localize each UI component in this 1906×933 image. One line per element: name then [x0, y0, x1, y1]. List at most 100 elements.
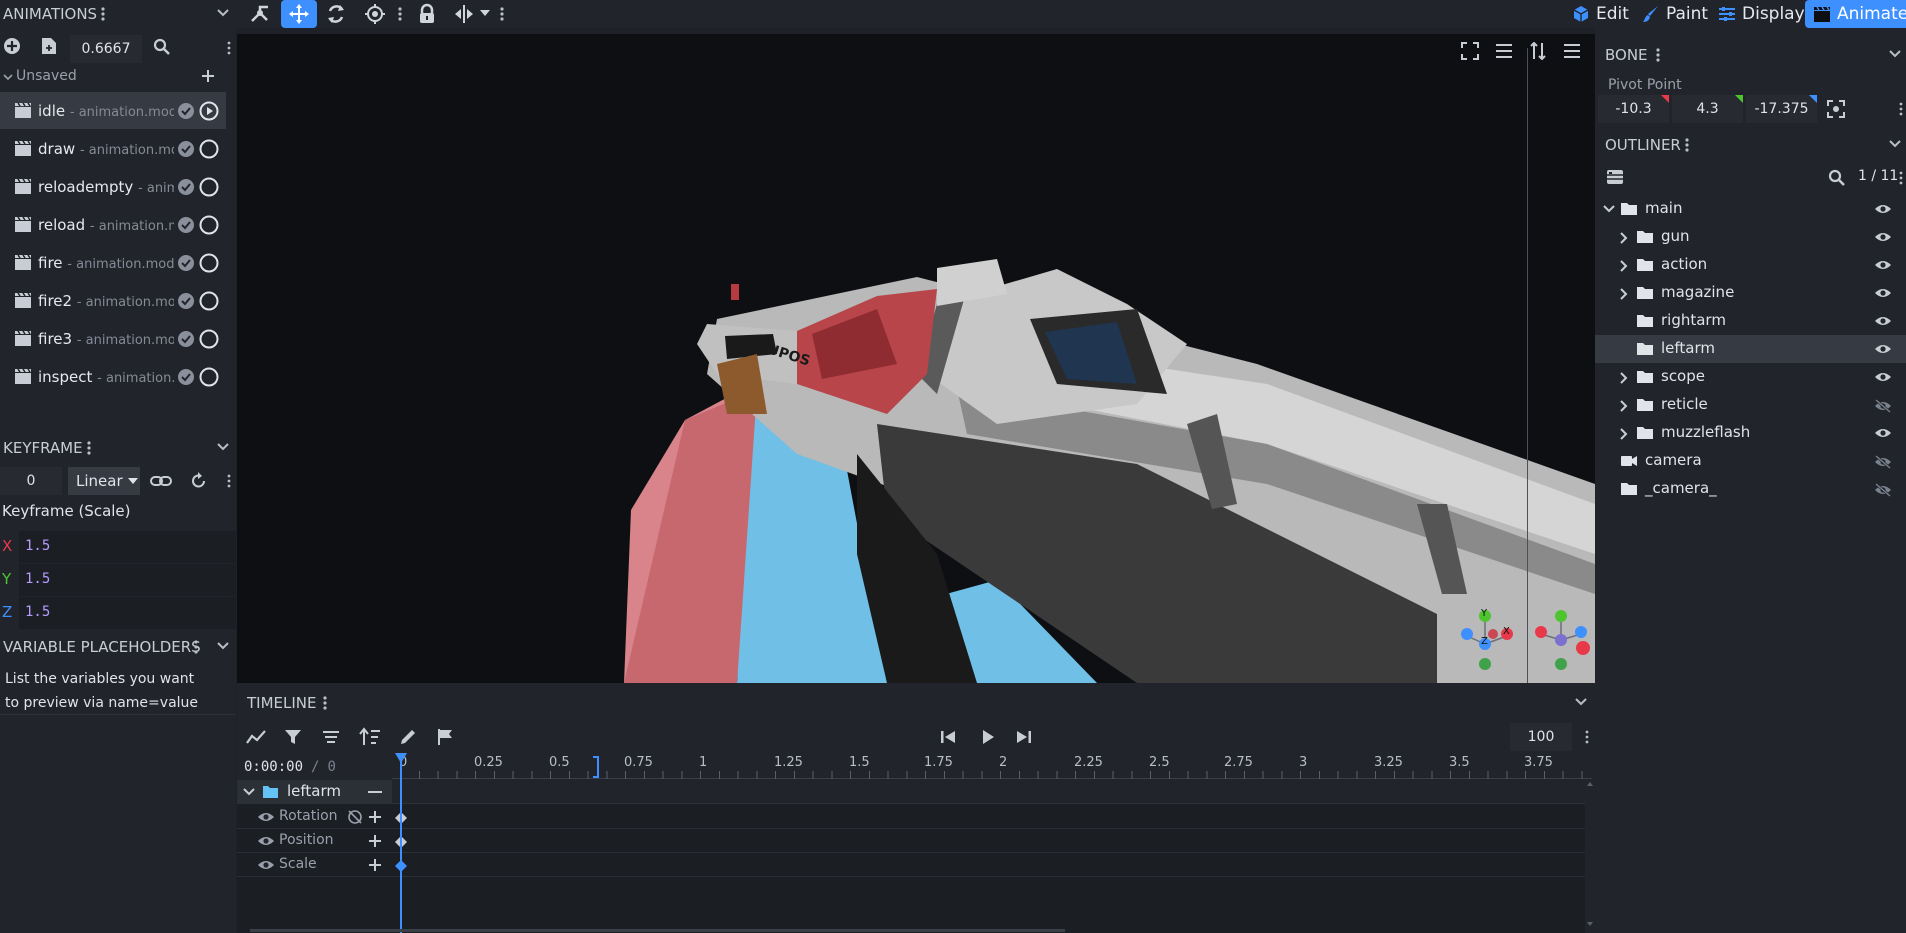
- timeline-menu-icon[interactable]: [322, 695, 328, 711]
- outliner-item[interactable]: gun: [1595, 223, 1906, 251]
- keyframe-tools-menu-icon[interactable]: [226, 474, 232, 488]
- outliner-item[interactable]: muzzleflash: [1595, 419, 1906, 447]
- add-to-group-icon[interactable]: [201, 69, 215, 83]
- eye-icon[interactable]: [257, 859, 275, 871]
- timeline-collapse-icon[interactable]: [1574, 697, 1588, 707]
- outliner-item[interactable]: magazine: [1595, 279, 1906, 307]
- track-scroll-down-icon[interactable]: [1587, 922, 1593, 926]
- bone-menu-icon[interactable]: [1655, 47, 1661, 63]
- eye-off-icon[interactable]: [1874, 399, 1892, 413]
- chevron-right-icon[interactable]: [1618, 259, 1630, 273]
- outliner-item[interactable]: _camera_: [1595, 475, 1906, 503]
- center-pivot-icon[interactable]: [1827, 100, 1845, 118]
- eye-icon[interactable]: [1874, 371, 1892, 383]
- skip-end-icon[interactable]: [1016, 729, 1032, 745]
- eye-off-icon[interactable]: [1874, 483, 1892, 497]
- mode-edit-button[interactable]: Edit: [1572, 0, 1629, 28]
- rotate-tool-icon[interactable]: [325, 3, 347, 25]
- chevron-down-icon[interactable]: [1602, 203, 1616, 215]
- outliner-item[interactable]: reticle: [1595, 391, 1906, 419]
- keyframe-z-input[interactable]: 1.5: [19, 597, 236, 629]
- animation-item[interactable]: reload - animation.mc: [0, 206, 226, 243]
- animation-toolbar-menu-icon[interactable]: [226, 41, 232, 55]
- mirror-dropdown-icon[interactable]: [480, 10, 490, 18]
- eye-off-icon[interactable]: [1874, 455, 1892, 469]
- add-keyframe-icon[interactable]: [368, 810, 382, 824]
- eye-icon[interactable]: [1874, 287, 1892, 299]
- channel-lock-icon[interactable]: [347, 809, 363, 825]
- animation-item[interactable]: draw - animation.mod: [0, 130, 226, 167]
- viewport-options-icon[interactable]: [1563, 42, 1581, 60]
- bone-collapse-icon[interactable]: [1888, 49, 1902, 59]
- animation-item[interactable]: fire2 - animation.mode: [0, 282, 226, 319]
- timeline-channel-row[interactable]: Rotation: [237, 805, 1585, 829]
- mode-display-button[interactable]: Display: [1718, 0, 1805, 28]
- animation-item[interactable]: inspect - animation.m: [0, 358, 226, 395]
- mirror-icon[interactable]: [453, 4, 475, 24]
- lock-icon[interactable]: [417, 3, 437, 25]
- mode-animate-button[interactable]: Animate: [1805, 0, 1906, 28]
- mirror-menu-icon[interactable]: [499, 6, 505, 22]
- select-circle-icon[interactable]: [199, 291, 219, 311]
- outliner-menu-icon[interactable]: [1684, 137, 1690, 153]
- mode-paint-button[interactable]: Paint: [1642, 0, 1708, 28]
- timeline-group-leftarm[interactable]: leftarm: [237, 780, 392, 804]
- sort-axis-icon[interactable]: [1529, 42, 1547, 60]
- filter-icon[interactable]: [284, 728, 302, 746]
- collapse-group-icon[interactable]: [368, 791, 382, 793]
- unsaved-group-chevron-icon[interactable]: [3, 72, 13, 82]
- eye-icon[interactable]: [1874, 259, 1892, 271]
- add-animation-icon[interactable]: [3, 37, 21, 55]
- variables-menu-icon[interactable]: [193, 639, 199, 655]
- loop-end-marker[interactable]: [593, 756, 599, 778]
- bone-tools-menu-icon[interactable]: [1898, 102, 1904, 116]
- outliner-item[interactable]: scope: [1595, 363, 1906, 391]
- outliner-collapse-icon[interactable]: [1888, 139, 1902, 149]
- search-icon[interactable]: [153, 38, 171, 56]
- add-keyframe-icon[interactable]: [368, 858, 382, 872]
- outliner-item[interactable]: camera: [1595, 447, 1906, 475]
- animations-collapse-icon[interactable]: [216, 8, 230, 18]
- select-circle-icon[interactable]: [199, 177, 219, 197]
- axis-gizmo[interactable]: Y X Z: [1455, 604, 1515, 674]
- graph-editor-icon[interactable]: [246, 728, 266, 746]
- chevron-right-icon[interactable]: [1618, 371, 1630, 385]
- flag-icon[interactable]: [437, 728, 455, 746]
- axis-gizmo-secondary[interactable]: [1531, 604, 1591, 674]
- reset-icon[interactable]: [190, 472, 208, 490]
- pivot-tool-icon[interactable]: [249, 3, 273, 25]
- add-keyframe-icon[interactable]: [368, 834, 382, 848]
- play-circle-icon[interactable]: [199, 101, 219, 121]
- animation-item[interactable]: idle - animation.mode: [0, 92, 226, 129]
- pivot-z-input[interactable]: -17.375: [1746, 95, 1817, 123]
- select-circle-icon[interactable]: [199, 253, 219, 273]
- keyframe-x-input[interactable]: 1.5: [19, 531, 236, 563]
- eye-icon[interactable]: [257, 811, 275, 823]
- chevron-right-icon[interactable]: [1618, 231, 1630, 245]
- outliner-search-icon[interactable]: [1828, 169, 1846, 187]
- skip-start-icon[interactable]: [940, 729, 956, 745]
- timeline-channel-row[interactable]: Position: [237, 829, 1585, 853]
- playback-menu-icon[interactable]: [1584, 730, 1590, 744]
- sort-icon[interactable]: [359, 727, 381, 747]
- import-file-icon[interactable]: [41, 37, 57, 55]
- eye-icon[interactable]: [1874, 315, 1892, 327]
- chevron-right-icon[interactable]: [1618, 427, 1630, 441]
- animation-length-input[interactable]: 0.6667: [70, 35, 142, 63]
- select-circle-icon[interactable]: [199, 329, 219, 349]
- viewport[interactable]: SUPOS Y X Z: [237, 34, 1595, 683]
- outliner-tools-menu-icon[interactable]: [1898, 171, 1904, 185]
- play-icon[interactable]: [980, 729, 996, 745]
- outliner-item[interactable]: main: [1595, 195, 1906, 223]
- interpolation-select[interactable]: Linear: [68, 467, 140, 495]
- keyframe-y-input[interactable]: 1.5: [19, 564, 236, 596]
- select-circle-icon[interactable]: [199, 215, 219, 235]
- select-circle-icon[interactable]: [199, 139, 219, 159]
- keyframe-menu-icon[interactable]: [86, 440, 92, 456]
- playback-speed-input[interactable]: 100: [1510, 723, 1572, 751]
- outliner-item[interactable]: leftarm: [1595, 335, 1906, 363]
- keyframe-time-input[interactable]: 0: [0, 467, 62, 495]
- eye-icon[interactable]: [257, 835, 275, 847]
- animation-item[interactable]: fire3 - animation.mode: [0, 320, 226, 357]
- link-icon[interactable]: [150, 472, 172, 490]
